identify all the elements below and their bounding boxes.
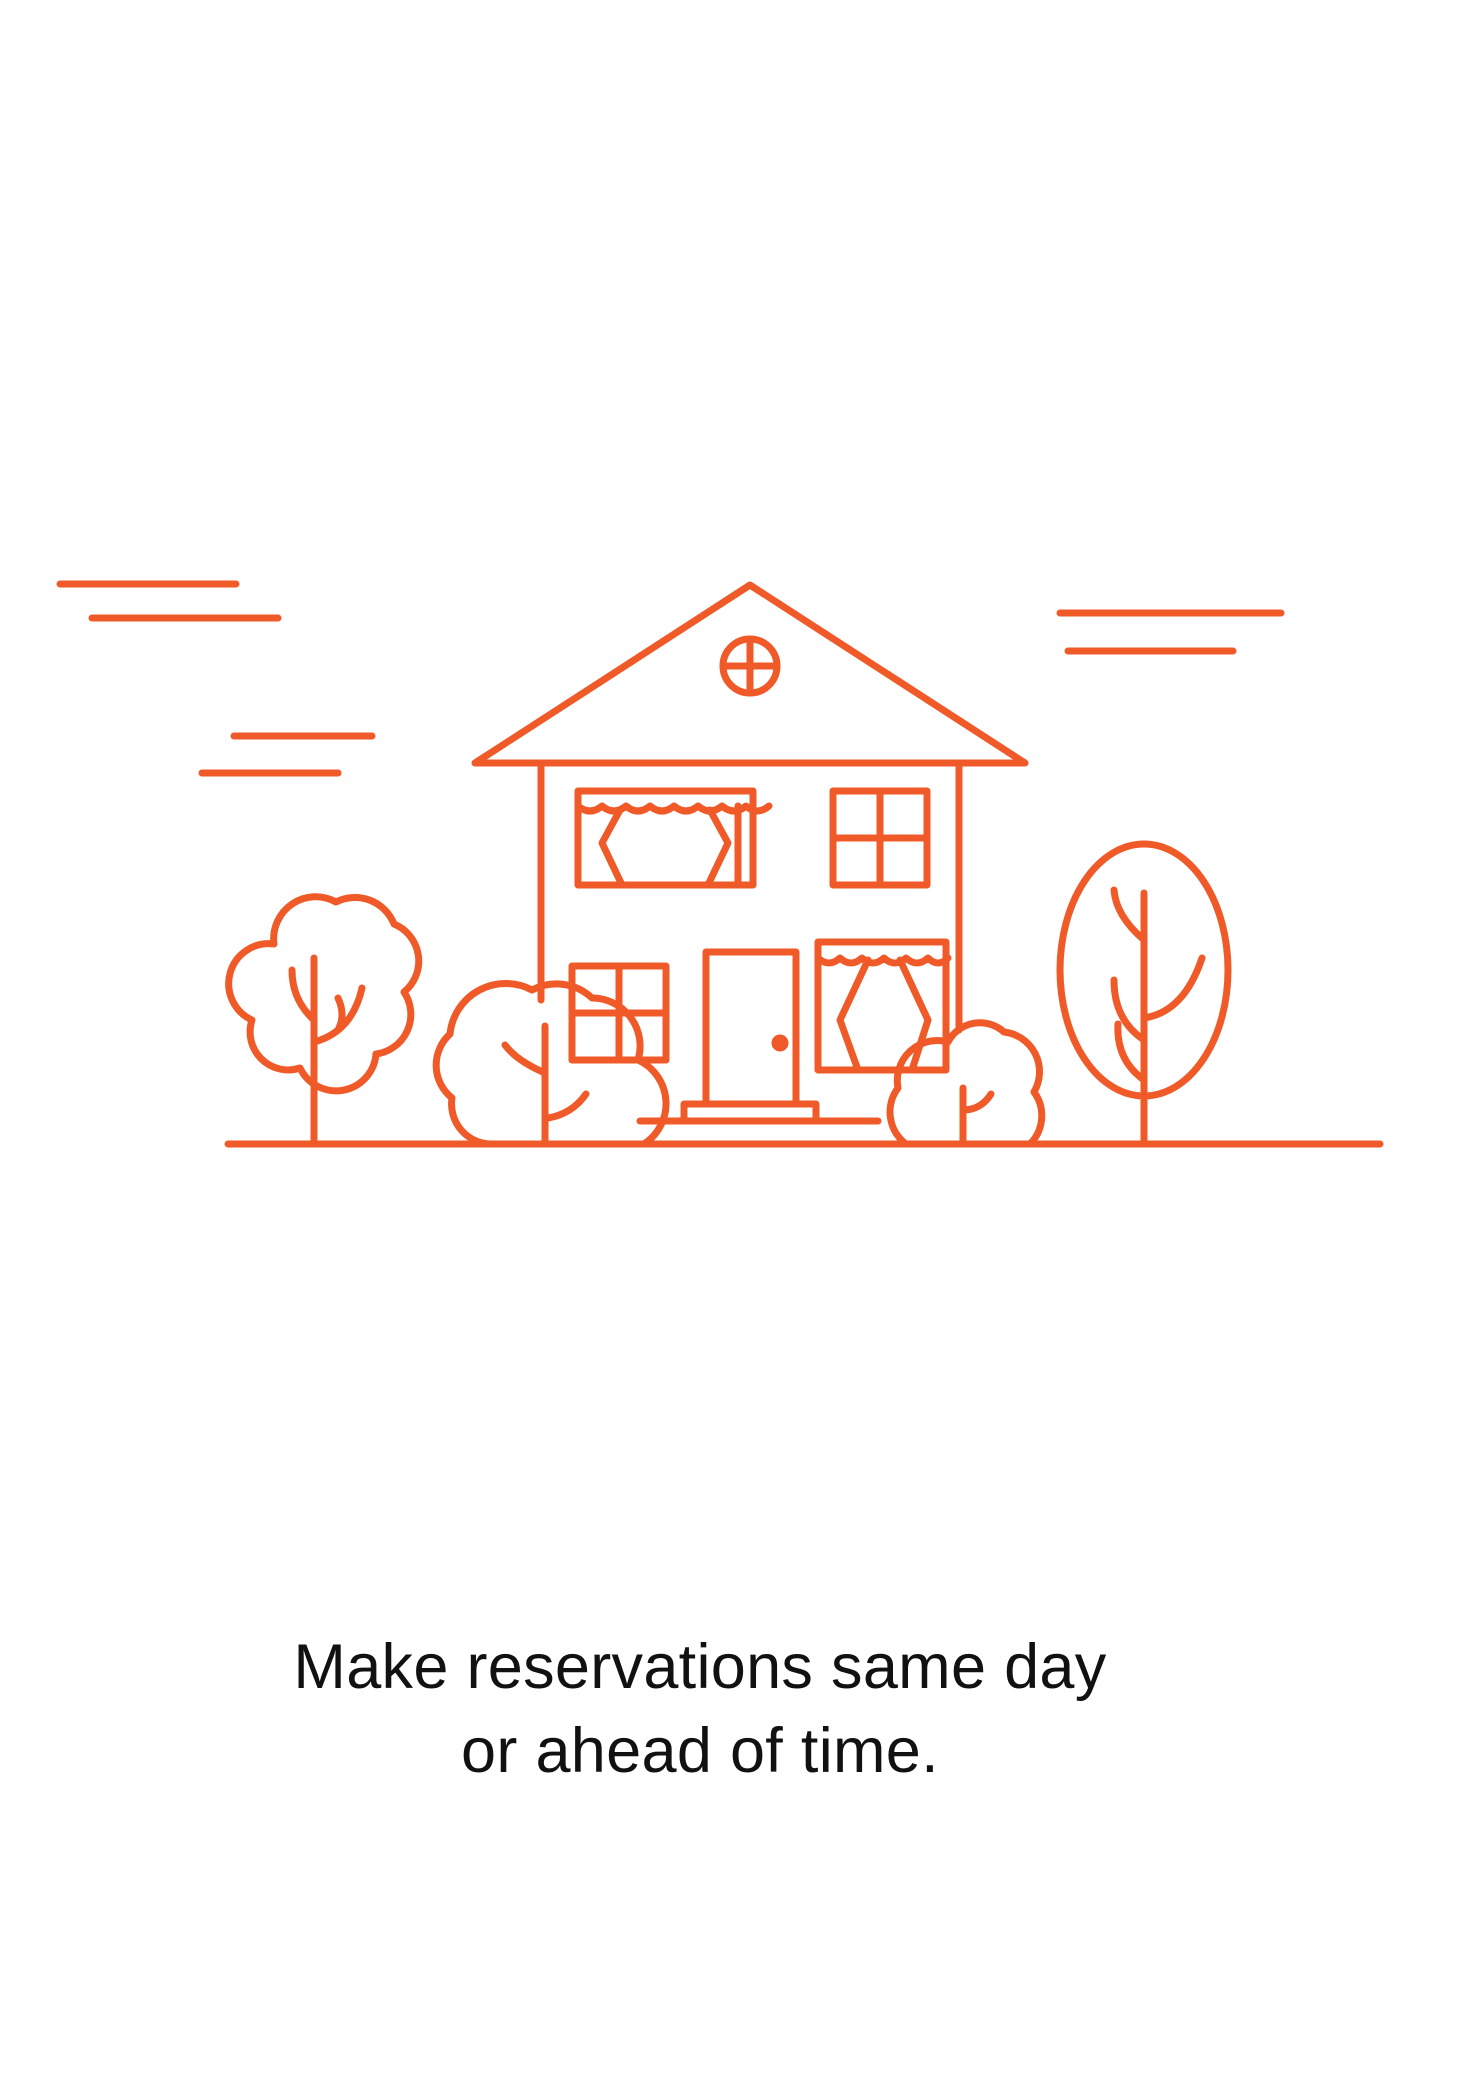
tree-left-icon <box>225 893 423 1148</box>
wind-lines-right-icon <box>1056 609 1285 655</box>
bush-right-icon <box>886 1019 1046 1148</box>
caption-line-1: Make reservations same day <box>293 1632 1107 1702</box>
house-with-trees-icon <box>56 580 1384 1148</box>
caption-line-2: or ahead of time. <box>461 1716 939 1786</box>
bush-left-icon <box>432 980 670 1148</box>
onboarding-screen: Make reservations same day or ahead of t… <box>0 0 1459 2084</box>
onboarding-caption: Make reservations same day or ahead of t… <box>0 1625 1400 1793</box>
house-illustration <box>0 0 1459 1200</box>
tree-right-icon <box>1056 840 1232 1148</box>
wind-lines-left-icon <box>56 580 376 777</box>
